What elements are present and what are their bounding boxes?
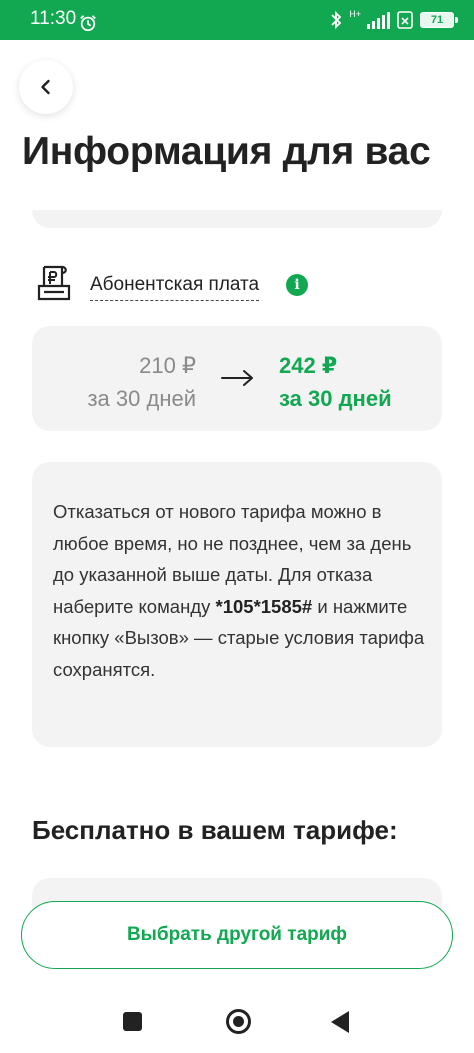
bluetooth-icon — [331, 10, 342, 30]
signal-icon — [367, 11, 390, 29]
navigation-bar — [0, 990, 474, 1053]
ussd-code: *105*1585# — [215, 595, 313, 617]
section-title: Бесплатно в вашем тарифе: — [32, 815, 398, 845]
old-period: за 30 дней — [87, 386, 196, 411]
notice-text: Отказаться от нового тарифа можно в любо… — [53, 496, 428, 686]
home-icon[interactable] — [226, 1009, 251, 1034]
no-sim-icon — [397, 11, 413, 29]
choose-other-tariff-button[interactable]: Выбрать другой тариф — [21, 901, 453, 969]
price-comparison: 210 ₽ за 30 дней 242 ₽ за 30 дней — [32, 326, 442, 431]
alarm-icon — [80, 15, 96, 32]
back-button[interactable] — [19, 60, 73, 114]
old-price-block: 210 ₽ за 30 дней — [87, 349, 196, 415]
status-icons: H+ 71 — [329, 8, 458, 32]
new-price-block: 242 ₽ за 30 дней — [279, 349, 392, 415]
new-price: 242 ₽ — [279, 353, 338, 378]
status-time: 11:30 — [30, 8, 77, 29]
info-icon[interactable]: i — [286, 274, 308, 296]
notice-card: Отказаться от нового тарифа можно в любо… — [32, 462, 442, 747]
back-triangle-icon[interactable] — [331, 1011, 349, 1033]
fee-label[interactable]: Абонентская плата — [90, 274, 260, 301]
receipt-ruble-icon — [37, 265, 71, 301]
page-title: Информация для вас — [22, 130, 431, 173]
battery-level: 71 — [430, 14, 444, 26]
previous-card-bottom — [32, 210, 442, 228]
fee-row: Абонентская плата i — [32, 262, 442, 308]
recents-icon[interactable] — [123, 1012, 142, 1031]
old-price: 210 ₽ — [139, 353, 196, 378]
arrow-right-icon — [221, 370, 253, 386]
new-period: за 30 дней — [279, 386, 392, 411]
chevron-left-icon — [41, 79, 50, 95]
status-bar: 11:30 H+ 71 — [0, 0, 474, 40]
info-icon-glyph: i — [294, 277, 300, 293]
battery-icon: 71 — [420, 12, 458, 28]
network-type: H+ — [349, 8, 361, 19]
